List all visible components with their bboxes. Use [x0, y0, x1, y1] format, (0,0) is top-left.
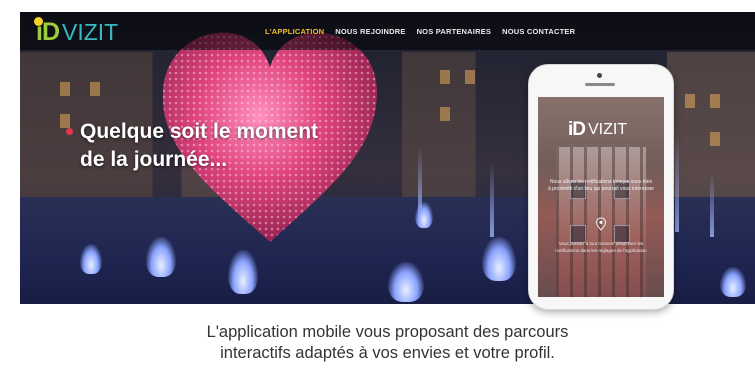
logo-vizit-text: VIZIT [62, 18, 119, 45]
phone-app-logo: iD VIZIT [568, 119, 627, 141]
fountain-jet [388, 262, 424, 302]
fountain-jet [720, 267, 746, 297]
brand-logo[interactable]: iD VIZIT [34, 17, 119, 47]
bullet-dot [66, 128, 73, 135]
location-pin-icon [595, 217, 607, 231]
phone-camera [597, 73, 602, 78]
phone-screen: iD VIZIT Nous allons les notifications l… [538, 97, 664, 297]
tagline: L'application mobile vous proposant des … [20, 322, 755, 364]
top-navbar: iD VIZIT L'APPLICATION NOUS REJOINDRE NO… [20, 12, 755, 50]
tagline-line-1: L'application mobile vous proposant des … [206, 323, 569, 341]
fountain-jet [80, 244, 102, 274]
nav-item-rejoindre[interactable]: NOUS REJOINDRE [335, 27, 405, 36]
fountain-jet [228, 250, 258, 294]
hero-headline: Quelque soit le moment de la journée... [80, 118, 380, 174]
settings-text: Vous pouvez à tout moment désactiver les… [555, 241, 647, 253]
main-menu: L'APPLICATION NOUS REJOINDRE NOS PARTENA… [265, 27, 575, 36]
fountain-jet [415, 202, 433, 228]
headline-line-2: de la journée... [80, 148, 228, 171]
phone-mockup: iD VIZIT Nous allons les notifications l… [528, 64, 674, 310]
nav-item-partenaires[interactable]: NOS PARTENAIRES [417, 27, 492, 36]
fountain-jet [482, 237, 516, 281]
phone-logo-vizit: VIZIT [588, 121, 628, 138]
nav-item-contacter[interactable]: NOUS CONTACTER [502, 27, 575, 36]
phone-logo-id: iD [568, 119, 586, 140]
nav-item-application[interactable]: L'APPLICATION [265, 27, 324, 36]
lightbulb-icon [34, 17, 43, 26]
phone-speaker [585, 83, 615, 86]
tagline-line-2: interactifs adaptés à vos envies et votr… [220, 344, 555, 362]
headline-line-1: Quelque soit le moment [80, 120, 319, 143]
notification-text: Nous allons les notifications lorsque vo… [548, 179, 655, 192]
